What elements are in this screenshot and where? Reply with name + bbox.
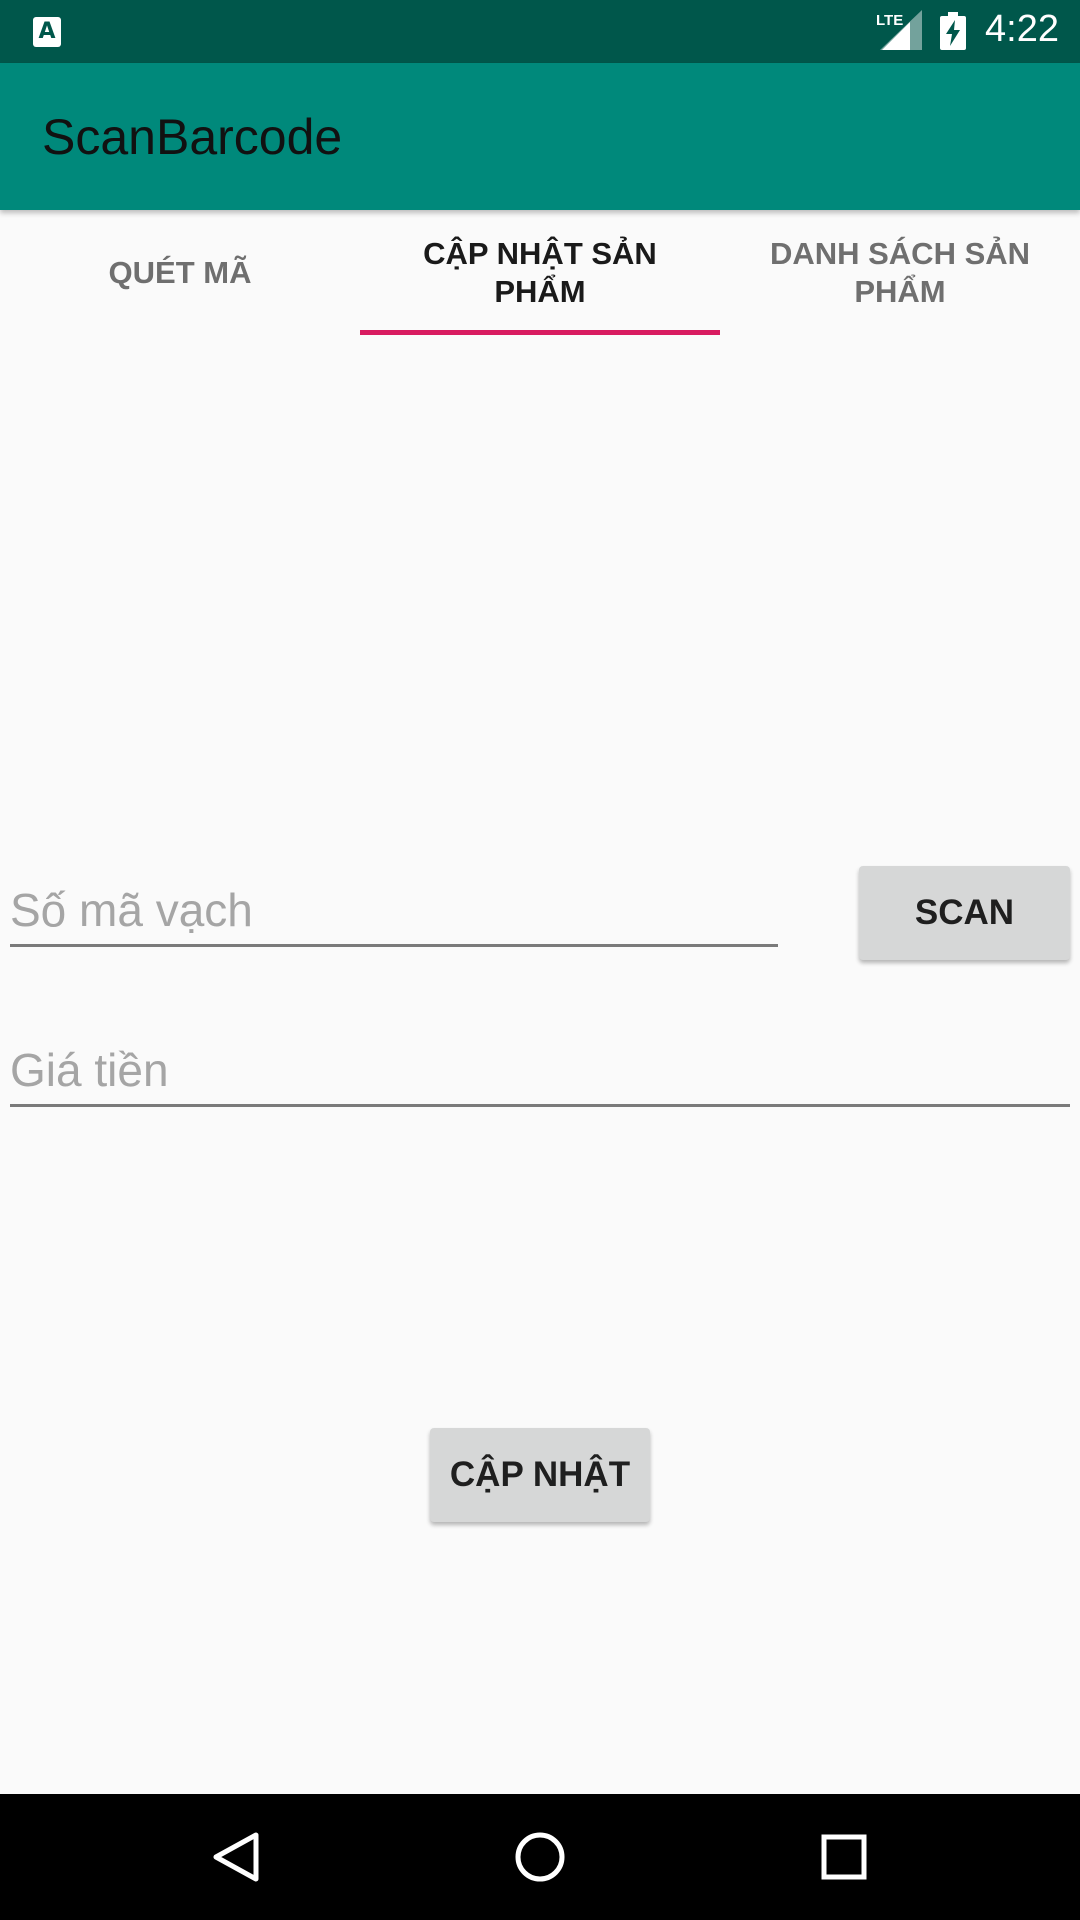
scan-button[interactable]: SCAN [859, 866, 1070, 960]
price-field[interactable] [10, 1035, 1070, 1107]
tab-update-product[interactable]: CẬP NHẬT SẢN PHẨM [360, 210, 720, 336]
tab-bar: QUÉT MÃ CẬP NHẬT SẢN PHẨM DANH SÁCH SẢN … [0, 210, 1080, 336]
battery-charging-icon [940, 12, 966, 50]
price-input[interactable] [10, 1035, 1070, 1104]
update-button[interactable]: CẬP NHẬT [430, 1428, 650, 1522]
barcode-field[interactable] [10, 875, 778, 947]
barcode-input[interactable] [10, 875, 778, 944]
recent-apps-icon[interactable] [814, 1827, 874, 1887]
app-notification-icon: A [33, 17, 61, 47]
back-icon[interactable] [206, 1827, 266, 1887]
navigation-bar [0, 1794, 1080, 1920]
tab-scan-code[interactable]: QUÉT MÃ [0, 210, 360, 336]
signal-icon [880, 10, 922, 50]
app-bar: ScanBarcode [0, 63, 1080, 210]
tab-indicator [360, 330, 720, 335]
tab-product-list[interactable]: DANH SÁCH SẢN PHẨM [720, 210, 1080, 336]
home-icon[interactable] [510, 1827, 570, 1887]
status-time: 4:22 [985, 8, 1059, 50]
status-bar: A LTE 4:22 [0, 0, 1080, 63]
app-title: ScanBarcode [42, 109, 343, 165]
